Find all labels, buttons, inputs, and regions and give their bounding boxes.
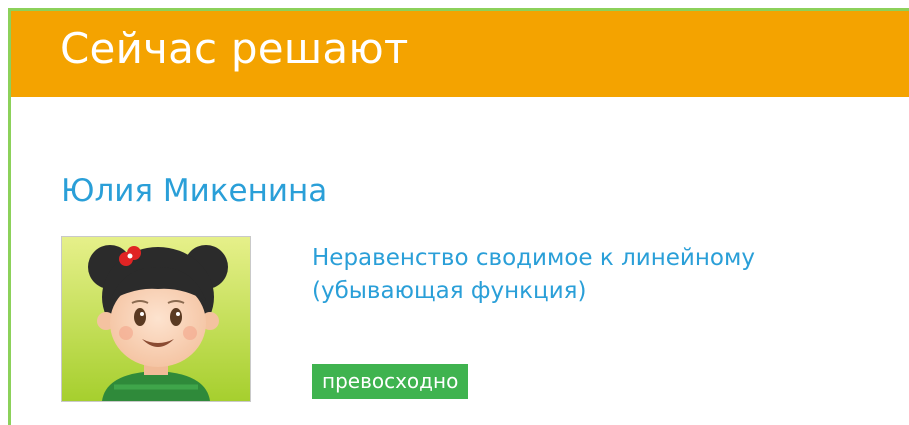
widget-title: Сейчас решают	[60, 24, 409, 73]
grade-badge: превосходно	[312, 364, 469, 399]
widget-header: Сейчас решают	[11, 11, 909, 97]
girl-avatar-icon[interactable]	[61, 236, 251, 402]
now-solving-widget: Сейчас решают Юлия Микенина Неравенство …	[8, 8, 909, 425]
user-name-link[interactable]: Юлия Микенина	[61, 171, 327, 211]
task-title-link[interactable]: Неравенство сводимое к линейному (убываю…	[312, 242, 872, 308]
